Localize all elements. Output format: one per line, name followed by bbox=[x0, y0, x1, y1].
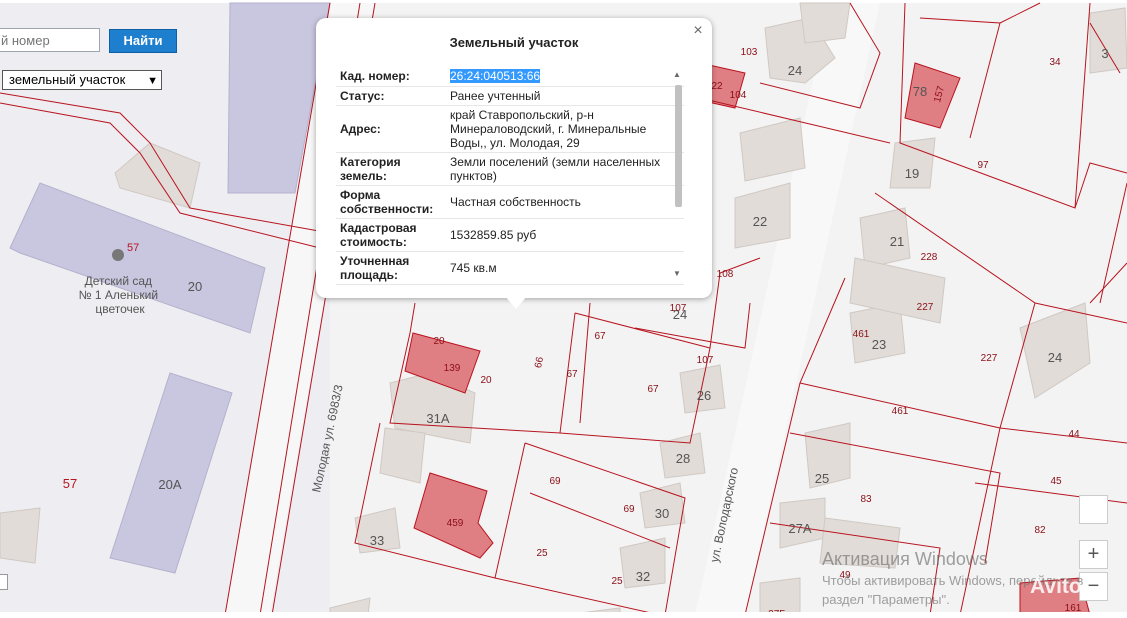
parcel-number-label: 44 bbox=[1068, 429, 1080, 440]
info-value: край Ставропольский, р-н Минераловодский… bbox=[446, 105, 684, 153]
info-row: Уточненная площадь: 745 кв.м bbox=[336, 251, 684, 285]
scroll-down-icon[interactable]: ▼ bbox=[673, 269, 681, 278]
info-value: 745 кв.м bbox=[446, 251, 684, 285]
bottom-strip bbox=[0, 612, 1127, 618]
info-row: Категория земель: Земли поселений (земли… bbox=[336, 152, 684, 186]
scroll-thumb[interactable] bbox=[675, 85, 682, 207]
building-number-label: 20А bbox=[158, 477, 181, 492]
info-row: Кадастровая стоимость: 1532859.85 руб bbox=[336, 218, 684, 252]
info-key: Категория земель: bbox=[336, 152, 446, 186]
parcel-number-label: 67 bbox=[594, 331, 606, 342]
parcel-number-label: 22 bbox=[711, 81, 723, 92]
scroll-up-icon[interactable]: ▲ bbox=[673, 70, 681, 79]
info-row: Кад. номер: 26:24:040513:66 bbox=[336, 66, 684, 87]
building-number-label: 25 bbox=[815, 471, 829, 486]
layer-select[interactable]: земельный участок ▼ bbox=[2, 70, 162, 90]
building-number-label: 20 bbox=[188, 279, 202, 294]
building-number-label: 27А bbox=[788, 521, 811, 536]
info-key: Кадастровая стоимость: bbox=[336, 218, 446, 252]
parcel-number-label: 139 bbox=[444, 363, 461, 374]
info-row: Форма собственности: Частная собственнос… bbox=[336, 185, 684, 219]
building-number-label: 78 bbox=[913, 84, 927, 99]
parcel-number-label: 97 bbox=[977, 160, 989, 171]
left-control[interactable] bbox=[0, 574, 8, 590]
info-value: 1532859.85 руб bbox=[446, 218, 684, 252]
map-control-box[interactable] bbox=[1079, 495, 1108, 524]
parcel-number-label: 67 bbox=[647, 384, 659, 395]
building-number-label: 19 bbox=[905, 166, 919, 181]
parcel-number-label: 227 bbox=[981, 353, 998, 364]
parcel-info-table: Кад. номер: 26:24:040513:66 Статус: Ране… bbox=[336, 66, 684, 285]
building-number-label: 33 bbox=[370, 533, 384, 548]
parcel-number-label: 459 bbox=[447, 518, 464, 529]
info-key: Форма собственности: bbox=[336, 185, 446, 219]
poi-number: 57 bbox=[127, 242, 139, 254]
parcel-number-label: 461 bbox=[892, 406, 909, 417]
parcel-number-label: 107 bbox=[670, 303, 687, 314]
parcel-number-label: 103 bbox=[741, 47, 758, 58]
parcel-number-label: 69 bbox=[623, 504, 635, 515]
parcel-number-label: 34 bbox=[1049, 57, 1061, 68]
parcel-number-label: 25 bbox=[611, 576, 623, 587]
building-number-label: 3 bbox=[1101, 46, 1108, 61]
building-number-label: 31А bbox=[426, 411, 449, 426]
info-value[interactable]: 26:24:040513:66 bbox=[446, 66, 684, 87]
building-number-label: 28 bbox=[676, 451, 690, 466]
popup-title: Земельный участок bbox=[449, 35, 579, 50]
avito-watermark: Avito bbox=[1030, 575, 1082, 598]
info-key: Статус: bbox=[336, 86, 446, 106]
info-row: Статус: Ранее учтенный bbox=[336, 86, 684, 106]
info-value: Частная собственность bbox=[446, 185, 684, 219]
building-number-label: 24 bbox=[788, 63, 802, 78]
building-number-label: 30 bbox=[655, 506, 669, 521]
parcel-number-label: 228 bbox=[921, 252, 938, 263]
parcel-number-label: 82 bbox=[1034, 525, 1046, 536]
popup-pointer bbox=[505, 296, 527, 309]
parcel-number-label: 69 bbox=[549, 476, 561, 487]
building-number-label: 26 bbox=[697, 388, 711, 403]
info-key: Кад. номер: bbox=[336, 66, 446, 87]
building-number-label: 23 bbox=[872, 337, 886, 352]
parcel-number-label: 45 bbox=[1050, 476, 1062, 487]
parcel-number-label: 67 bbox=[566, 369, 578, 380]
parcel-number-label: 83 bbox=[860, 494, 872, 505]
kindergarten-icon bbox=[112, 249, 124, 261]
watermark-title: Активация Windows bbox=[822, 549, 988, 569]
building-number-label: 57 bbox=[63, 476, 77, 491]
info-row: Адрес: край Ставропольский, р-н Минерало… bbox=[336, 105, 684, 153]
parcel-number-label: 25 bbox=[536, 548, 548, 559]
info-value: Ранее учтенный bbox=[446, 86, 684, 106]
parcel-number-label: 227 bbox=[917, 302, 934, 313]
parcel-number-label: 104 bbox=[730, 90, 747, 101]
parcel-number-label: 108 bbox=[717, 269, 734, 280]
parcel-number-label: 461 bbox=[853, 329, 870, 340]
parcel-number-label: 107 bbox=[697, 355, 714, 366]
building-number-label: 24 bbox=[1048, 350, 1062, 365]
building-number-label: 32 bbox=[636, 569, 650, 584]
info-key: Адрес: bbox=[336, 105, 446, 153]
building-number-label: 21 bbox=[890, 234, 904, 249]
building-number-label: 22 bbox=[753, 214, 767, 229]
info-value: Земли поселений (земли населенных пункто… bbox=[446, 152, 684, 186]
cadastral-number-input[interactable] bbox=[0, 28, 100, 52]
info-popup: × Земельный участок Кад. номер: 26:24:04… bbox=[316, 18, 712, 298]
parcel-number-label: 20 bbox=[480, 375, 492, 386]
parcel-number-label: 20 bbox=[433, 336, 445, 347]
cadastral-number-value[interactable]: 26:24:040513:66 bbox=[450, 68, 541, 83]
find-button[interactable]: Найти bbox=[109, 29, 177, 53]
popup-scrollbar[interactable]: ▲ ▼ bbox=[672, 70, 684, 280]
chevron-down-icon: ▼ bbox=[147, 75, 158, 87]
info-key: Уточненная площадь: bbox=[336, 251, 446, 285]
layer-select-value: земельный участок bbox=[9, 72, 126, 87]
